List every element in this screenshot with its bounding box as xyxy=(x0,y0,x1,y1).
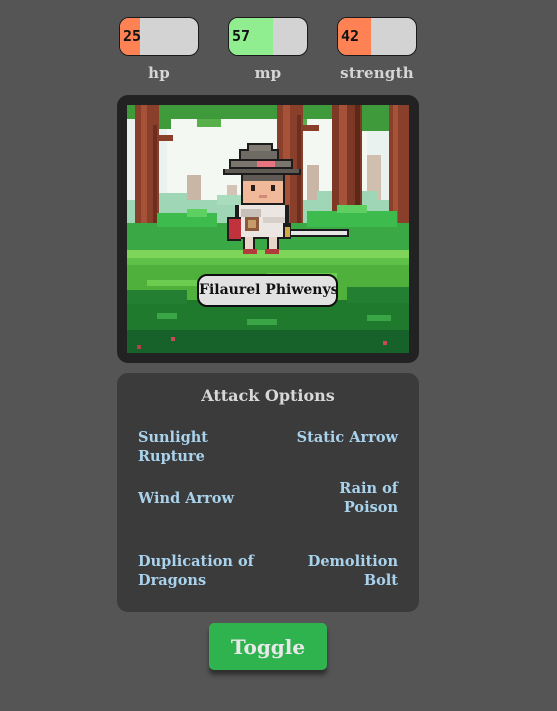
character-name-tag: Filaurel Phiwenys xyxy=(197,274,338,307)
forest-scene xyxy=(127,105,409,353)
forest-background-image xyxy=(127,105,409,353)
character-scene-frame xyxy=(117,95,419,363)
hp-value: 25 xyxy=(123,27,142,45)
mp-label: mp xyxy=(254,64,282,82)
strength-value: 42 xyxy=(341,27,360,45)
attack-options-title: Attack Options xyxy=(201,386,335,405)
hp-bar: 25 xyxy=(119,17,199,56)
attack-option-demolition-bolt[interactable]: Demolition Bolt xyxy=(298,552,398,590)
attack-option-sunlight-rupture[interactable]: Sunlight Rupture xyxy=(138,428,268,466)
strength-bar: 42 xyxy=(337,17,417,56)
attack-option-static-arrow[interactable]: Static Arrow xyxy=(268,428,398,447)
stat-strength: 42 strength xyxy=(337,17,417,82)
attack-option-duplication-of-dragons[interactable]: Duplication of Dragons xyxy=(138,552,258,590)
strength-label: strength xyxy=(340,64,414,82)
mp-value: 57 xyxy=(232,27,251,45)
attack-option-rain-of-poison[interactable]: Rain of Poison xyxy=(318,479,398,517)
attack-options-panel: Attack Options Sunlight Rupture Static A… xyxy=(117,373,419,612)
attack-option-wind-arrow[interactable]: Wind Arrow xyxy=(138,489,268,508)
mp-bar: 57 xyxy=(228,17,308,56)
stat-hp: 25 hp xyxy=(119,17,199,82)
stat-mp: 57 mp xyxy=(228,17,308,82)
hp-label: hp xyxy=(148,64,170,82)
toggle-button[interactable]: Toggle xyxy=(209,623,327,670)
